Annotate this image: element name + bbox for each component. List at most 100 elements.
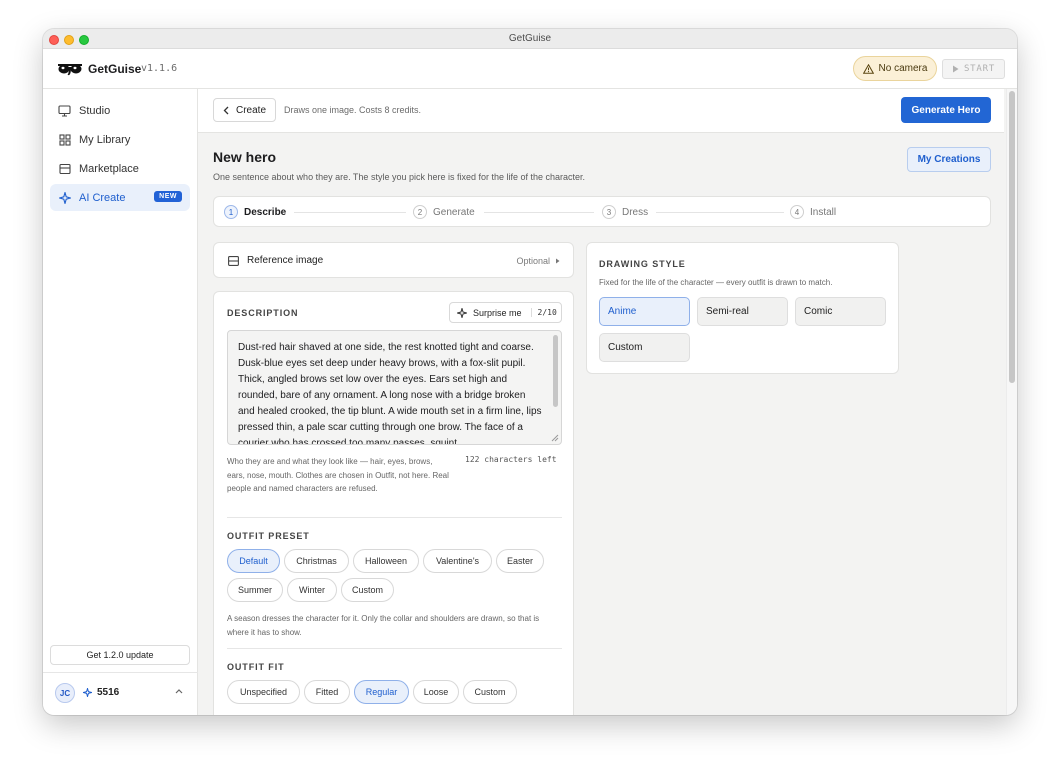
page-subtitle: One sentence about who they are. The sty… [213,172,586,182]
title-bar: GetGuise [43,29,1017,49]
fit-chip-custom[interactable]: Custom [463,680,517,704]
sparkle-icon [83,688,92,697]
chevron-left-icon [223,106,229,114]
step-label: Dress [622,206,649,218]
app-window: GetGuise GetGuise v1.1.6 No camera START [43,29,1017,715]
description-card: DESCRIPTION Surprise me 2/10 Dust-red ha… [213,291,574,715]
sidebar-item-label: My Library [79,133,131,146]
section-divider [227,517,562,518]
step-number: 4 [790,205,804,219]
chevron-up-icon[interactable] [175,686,183,697]
description-label: DESCRIPTION [227,308,299,318]
play-icon [952,65,959,73]
start-button[interactable]: START [942,59,1005,79]
app-header: GetGuise v1.1.6 No camera START [43,49,1017,89]
step-connector [484,212,594,213]
step-label: Install [810,206,837,218]
sidebar-item-ai-create[interactable]: AI Create NEW [50,184,190,211]
preset-chip-halloween[interactable]: Halloween [353,549,419,573]
credits-balance: 5516 [83,687,119,698]
back-create-button[interactable]: Create [213,98,276,122]
app-version: v1.1.6 [141,63,178,74]
step-label: Generate [433,206,475,218]
resize-handle-icon[interactable] [551,434,559,442]
warning-icon [862,63,874,74]
style-option-anime[interactable]: Anime [599,297,690,326]
characters-left: 122 characters left [465,455,557,464]
outfit-fit-label: OUTFIT FIT [227,662,285,672]
step-connector [294,212,406,213]
preset-chip-easter[interactable]: Easter [496,549,544,573]
optional-label: Optional [516,256,550,266]
fit-chip-fitted[interactable]: Fitted [304,680,350,704]
drawing-style-help: Fixed for the life of the character — ev… [599,278,833,287]
credits-value: 5516 [97,687,120,698]
my-creations-button[interactable]: My Creations [907,147,991,172]
step-install[interactable]: 4 Install [790,205,836,219]
reference-image-card[interactable]: Reference image Optional [213,242,574,278]
step-label: Describe [244,206,287,218]
generate-hero-button[interactable]: Generate Hero [901,97,991,123]
drawing-style-card: DRAWING STYLE Fixed for the life of the … [586,242,899,374]
surprise-me-button[interactable]: Surprise me 2/10 [449,302,562,323]
style-option-semi-real[interactable]: Semi-real [697,297,788,326]
textarea-scrollbar[interactable] [553,335,558,407]
fit-chip-regular[interactable]: Regular [354,680,409,704]
step-connector [656,212,784,213]
camera-status-text: No camera [878,63,928,74]
fit-chip-loose[interactable]: Loose [413,680,459,704]
window-title: GetGuise [508,33,552,44]
step-number: 1 [224,205,238,219]
sparkle-icon [457,307,467,318]
sidebar-item-label: Marketplace [79,162,139,175]
surprise-me-label: Surprise me [473,307,522,318]
caret-right-icon [556,258,560,264]
camera-status-badge[interactable]: No camera [853,56,937,81]
sidebar-item-studio[interactable]: Studio [50,97,190,124]
create-toolbar: Create Draws one image. Costs 8 credits.… [198,89,1004,133]
image-icon [228,255,239,266]
step-generate[interactable]: 2 Generate [413,205,475,219]
sparkle-icon [58,191,71,204]
page-title: New hero [213,149,277,165]
disguise-glasses-icon [58,64,82,76]
sidebar-item-marketplace[interactable]: Marketplace [50,155,190,182]
outfit-preset-label: OUTFIT PRESET [227,531,310,541]
preset-chip-christmas[interactable]: Christmas [284,549,349,573]
fit-chip-unspecified[interactable]: Unspecified [227,680,300,704]
sidebar-item-my-library[interactable]: My Library [50,126,190,153]
credit-cost-note: Draws one image. Costs 8 credits. [284,105,422,115]
step-dress[interactable]: 3 Dress [602,205,648,219]
preset-chip-summer[interactable]: Summer [227,578,283,602]
section-divider [227,648,562,649]
preset-chip-valentines[interactable]: Valentine's [423,549,492,573]
style-option-comic[interactable]: Comic [795,297,886,326]
main-content: Create Draws one image. Costs 8 credits.… [198,89,1004,715]
start-label: START [963,64,996,74]
step-describe[interactable]: 1 Describe [224,205,286,219]
avatar[interactable]: JC [55,683,75,703]
preset-chip-default[interactable]: Default [227,549,280,573]
reference-image-label: Reference image [247,255,324,266]
monitor-icon [58,104,71,117]
outfit-preset-help: A season dresses the character for it. O… [227,614,540,637]
description-help: Who they are and what they look like — h… [227,457,449,493]
description-text: Dust-red hair shaved at one side, the re… [238,342,542,445]
app-name: GetGuise [88,62,142,76]
preset-chip-custom[interactable]: Custom [341,578,394,602]
description-textarea[interactable]: Dust-red hair shaved at one side, the re… [227,330,562,445]
progress-stepper: 1 Describe 2 Generate 3 Dress 4 Install [213,196,991,227]
new-badge: NEW [154,191,182,202]
sidebar-divider [43,672,198,673]
sidebar-item-label: AI Create [79,191,126,204]
preset-chip-winter[interactable]: Winter [287,578,337,602]
step-number: 3 [602,205,616,219]
store-icon [58,162,71,175]
back-create-label: Create [235,104,266,116]
main-scrollbar-thumb[interactable] [1009,91,1015,383]
style-option-custom[interactable]: Custom [599,333,690,362]
update-button[interactable]: Get 1.2.0 update [50,645,190,665]
drawing-style-label: DRAWING STYLE [599,259,686,269]
surprise-count: 2/10 [530,308,557,317]
sidebar-item-label: Studio [79,104,111,117]
